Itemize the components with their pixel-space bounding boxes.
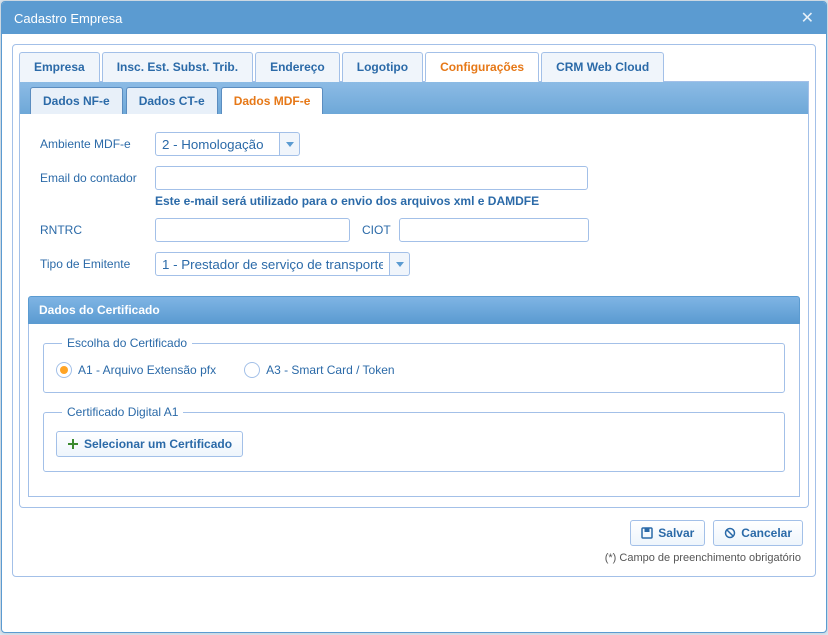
dialog-titlebar: Cadastro Empresa ✕ [2, 2, 826, 34]
close-icon[interactable]: ✕ [801, 8, 814, 28]
btn-selecionar-certificado[interactable]: Selecionar um Certificado [56, 431, 243, 457]
required-note: (*) Campo de preenchimento obrigatório [19, 550, 809, 570]
radio-a1[interactable]: A1 - Arquivo Extensão pfx [56, 362, 216, 378]
tab-dados-mdfe[interactable]: Dados MDF-e [221, 87, 324, 114]
tab-empresa[interactable]: Empresa [19, 52, 100, 82]
tab-endereco[interactable]: Endereço [255, 52, 340, 82]
cancel-icon [724, 527, 736, 539]
radio-icon[interactable] [244, 362, 260, 378]
fieldset-certificado-a1: Certificado Digital A1 Selecionar um Cer… [43, 405, 785, 472]
label-ambiente-mdfe: Ambiente MDF-e [40, 137, 155, 151]
tab-logotipo[interactable]: Logotipo [342, 52, 423, 82]
tab-dados-cte[interactable]: Dados CT-e [126, 87, 218, 114]
dialog-cadastro-empresa: Cadastro Empresa ✕ Empresa Insc. Est. Su… [1, 1, 827, 633]
legend-escolha-certificado: Escolha do Certificado [62, 336, 192, 350]
label-ciot: CIOT [362, 223, 391, 237]
form-area: Ambiente MDF-e Email do contador Este e-… [20, 114, 808, 296]
chevron-down-icon[interactable] [280, 132, 300, 156]
save-icon [641, 527, 653, 539]
radio-icon[interactable] [56, 362, 72, 378]
input-rntrc[interactable] [155, 218, 350, 242]
plus-icon [67, 438, 79, 450]
section-header-certificado: Dados do Certificado [28, 296, 800, 324]
radio-a3[interactable]: A3 - Smart Card / Token [244, 362, 395, 378]
input-email-contador[interactable] [155, 166, 588, 190]
input-tipo-emitente[interactable] [155, 252, 390, 276]
row-tipo-emitente: Tipo de Emitente [40, 252, 788, 276]
input-ciot[interactable] [399, 218, 589, 242]
btn-selecionar-certificado-label: Selecionar um Certificado [84, 437, 232, 451]
helper-email: Este e-mail será utilizado para o envio … [155, 194, 788, 208]
secondary-tabs: Dados NF-e Dados CT-e Dados MDF-e [20, 82, 808, 114]
input-ambiente-mdfe[interactable] [155, 132, 280, 156]
label-rntrc: RNTRC [40, 223, 155, 237]
chevron-down-icon[interactable] [390, 252, 410, 276]
outer-panel: Empresa Insc. Est. Subst. Trib. Endereço… [12, 44, 816, 577]
primary-tabs: Empresa Insc. Est. Subst. Trib. Endereço… [19, 51, 809, 82]
cancel-button[interactable]: Cancelar [713, 520, 803, 546]
dialog-footer: Salvar Cancelar [19, 508, 809, 550]
fieldset-escolha-certificado: Escolha do Certificado A1 - Arquivo Exte… [43, 336, 785, 393]
section-body-certificado: Escolha do Certificado A1 - Arquivo Exte… [28, 324, 800, 497]
radio-a3-label: A3 - Smart Card / Token [266, 363, 395, 377]
tab-configuracoes[interactable]: Configurações [425, 52, 539, 82]
dialog-title: Cadastro Empresa [14, 11, 122, 26]
legend-certificado-a1: Certificado Digital A1 [62, 405, 183, 419]
combo-ambiente-mdfe[interactable] [155, 132, 300, 156]
tab-crm-web-cloud[interactable]: CRM Web Cloud [541, 52, 664, 82]
row-email: Email do contador [40, 166, 788, 190]
save-button[interactable]: Salvar [630, 520, 705, 546]
radio-group-tipo-certificado: A1 - Arquivo Extensão pfx A3 - Smart Car… [56, 362, 772, 378]
row-ambiente: Ambiente MDF-e [40, 132, 788, 156]
label-tipo-emitente: Tipo de Emitente [40, 257, 155, 271]
cancel-button-label: Cancelar [741, 526, 792, 540]
config-panel: Dados NF-e Dados CT-e Dados MDF-e Ambien… [19, 82, 809, 508]
combo-tipo-emitente[interactable] [155, 252, 410, 276]
certificado-wrapper: Dados do Certificado Escolha do Certific… [20, 296, 808, 507]
save-button-label: Salvar [658, 526, 694, 540]
radio-a1-label: A1 - Arquivo Extensão pfx [78, 363, 216, 377]
dialog-content: Empresa Insc. Est. Subst. Trib. Endereço… [2, 34, 826, 587]
tab-insc-est-subst-trib[interactable]: Insc. Est. Subst. Trib. [102, 52, 253, 82]
label-email-contador: Email do contador [40, 171, 155, 185]
tab-dados-nfe[interactable]: Dados NF-e [30, 87, 123, 114]
row-rntrc-ciot: RNTRC CIOT [40, 218, 788, 242]
